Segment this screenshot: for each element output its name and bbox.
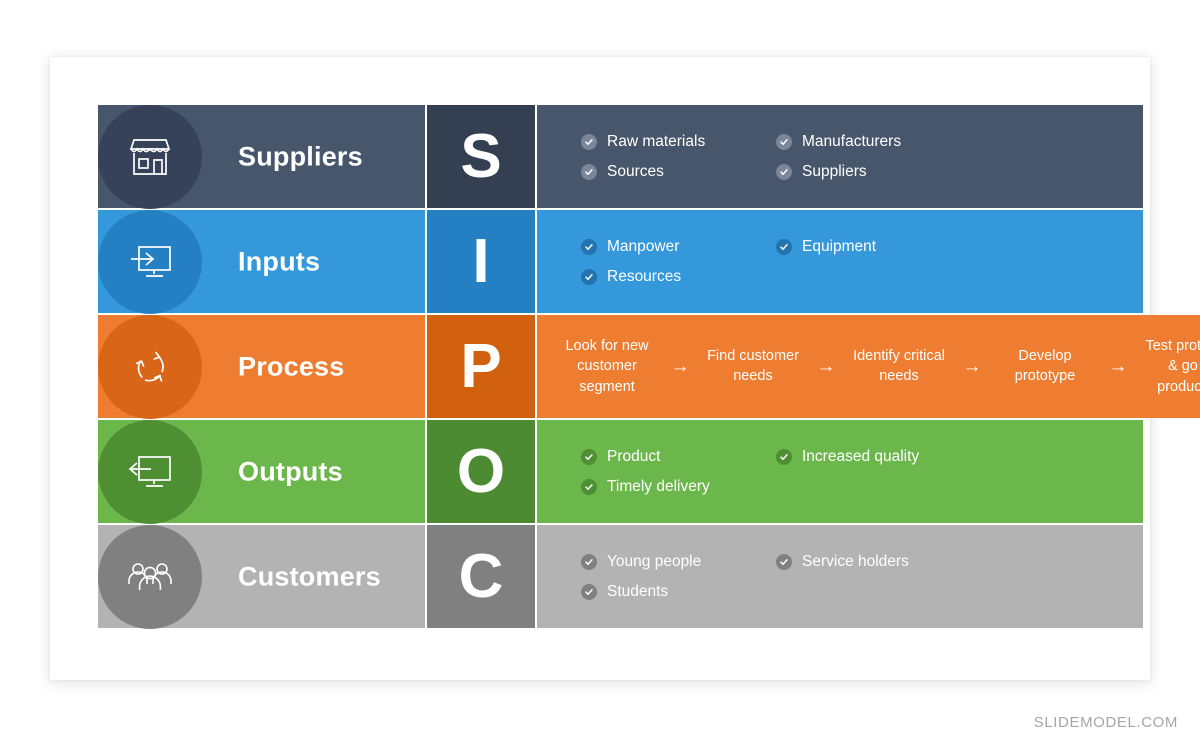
row-letter-cell-inputs: I [425, 210, 537, 313]
process-step: Develop prototype [1014, 347, 1076, 385]
process-step: Test prototype & go to production [1145, 337, 1200, 395]
check-icon [776, 163, 792, 180]
check-icon [581, 448, 597, 465]
storefront-icon [98, 104, 202, 209]
bullet-list-outputs: Product Increased quality Timely deliver… [537, 442, 1143, 502]
bullet-spacer [776, 577, 1143, 607]
list-item: Suppliers [776, 157, 1143, 187]
list-item: Manufacturers [776, 127, 1143, 157]
row-label-bar-suppliers: Suppliers [98, 104, 425, 209]
bullet-label: Manpower [607, 237, 680, 255]
bullet-label: Young people [607, 552, 702, 570]
check-icon [581, 268, 597, 285]
sipoc-row-suppliers: Suppliers S Raw materials Manufacturers … [98, 104, 1143, 209]
bullet-label: Raw materials [607, 132, 706, 150]
bullet-label: Timely delivery [607, 477, 710, 495]
process-flow: Look for new customer segment → Find cus… [537, 336, 1200, 398]
sipoc-row-customers: Customers C Young people Service holders… [98, 524, 1143, 629]
row-letter-cell-suppliers: S [425, 105, 537, 208]
row-letter-c: C [458, 541, 504, 611]
monitor-arrow-in-icon [98, 209, 202, 314]
row-label-bar-process: Process [98, 314, 425, 419]
check-icon [581, 583, 597, 600]
list-item: Students [581, 577, 776, 607]
bullet-label: Manufacturers [802, 132, 902, 150]
list-item: Increased quality [776, 442, 1143, 472]
row-content-process: Look for new customer segment → Find cus… [537, 315, 1200, 418]
bullet-list-customers: Young people Service holders Students [537, 547, 1143, 607]
list-item: Product [581, 442, 776, 472]
list-item: Sources [581, 157, 776, 187]
row-letter-cell-outputs: O [425, 420, 537, 523]
row-content-inputs: Manpower Equipment Resources [537, 210, 1143, 313]
bullet-label: Product [607, 447, 661, 465]
check-icon [581, 163, 597, 180]
row-label-process: Process [238, 351, 345, 381]
list-item: Equipment [776, 232, 1143, 262]
cycle-arrows-icon [98, 314, 202, 419]
row-letter-p: P [460, 331, 502, 401]
row-label-outputs: Outputs [238, 456, 343, 486]
row-label-bar-customers: Customers [98, 524, 425, 629]
bullet-label: Equipment [802, 237, 877, 255]
row-letter-cell-process: P [425, 315, 537, 418]
row-content-suppliers: Raw materials Manufacturers Sources Supp… [537, 105, 1143, 208]
arrow-right-icon: → [1108, 355, 1128, 377]
row-label-bar-outputs: Outputs [98, 419, 425, 524]
list-item: Raw materials [581, 127, 776, 157]
row-content-customers: Young people Service holders Students [537, 525, 1143, 628]
bullet-spacer [776, 262, 1143, 292]
sipoc-diagram: Suppliers S Raw materials Manufacturers … [98, 104, 1200, 633]
bullet-list-suppliers: Raw materials Manufacturers Sources Supp… [537, 127, 1143, 187]
bullet-label: Suppliers [802, 162, 867, 180]
bullet-label: Students [607, 582, 669, 600]
slidemodel-watermark: SLIDEMODEL.COM [1033, 714, 1178, 731]
process-step: Look for new customer segment [565, 337, 649, 395]
check-icon [776, 238, 792, 255]
bullet-label: Sources [607, 162, 664, 180]
arrow-right-icon: → [670, 355, 690, 377]
sipoc-row-process: Process P Look for new customer segment … [98, 314, 1200, 419]
check-icon [581, 133, 597, 150]
check-icon [581, 553, 597, 570]
bullet-list-inputs: Manpower Equipment Resources [537, 232, 1143, 292]
arrow-right-icon: → [962, 355, 982, 377]
row-label-bar-inputs: Inputs [98, 209, 425, 314]
row-content-outputs: Product Increased quality Timely deliver… [537, 420, 1143, 523]
row-label-suppliers: Suppliers [238, 141, 363, 171]
row-label-inputs: Inputs [238, 246, 321, 276]
people-group-icon [98, 524, 202, 629]
list-item: Resources [581, 262, 776, 292]
check-icon [776, 553, 792, 570]
process-step: Identify critical needs [853, 347, 945, 385]
list-item: Young people [581, 547, 776, 577]
arrow-right-icon: → [816, 355, 836, 377]
check-icon [776, 448, 792, 465]
bullet-label: Increased quality [802, 447, 920, 465]
check-icon [581, 238, 597, 255]
bullet-label: Resources [607, 267, 682, 285]
check-icon [581, 478, 597, 495]
check-icon [776, 133, 792, 150]
row-letter-i: I [472, 226, 490, 296]
bullet-label: Service holders [802, 552, 909, 570]
list-item: Manpower [581, 232, 776, 262]
process-step: Find customer needs [707, 347, 799, 385]
row-letter-cell-customers: C [425, 525, 537, 628]
row-letter-o: O [456, 436, 506, 506]
bullet-spacer [776, 472, 1143, 502]
list-item: Service holders [776, 547, 1143, 577]
sipoc-row-inputs: Inputs I Manpower Equipment Resources [98, 209, 1143, 314]
slide-card: Suppliers S Raw materials Manufacturers … [50, 57, 1200, 680]
monitor-arrow-out-icon [98, 419, 202, 524]
sipoc-row-outputs: Outputs O Product Increased quality Time… [98, 419, 1143, 524]
list-item: Timely delivery [581, 472, 776, 502]
row-label-customers: Customers [238, 561, 381, 591]
row-letter-s: S [460, 121, 502, 191]
